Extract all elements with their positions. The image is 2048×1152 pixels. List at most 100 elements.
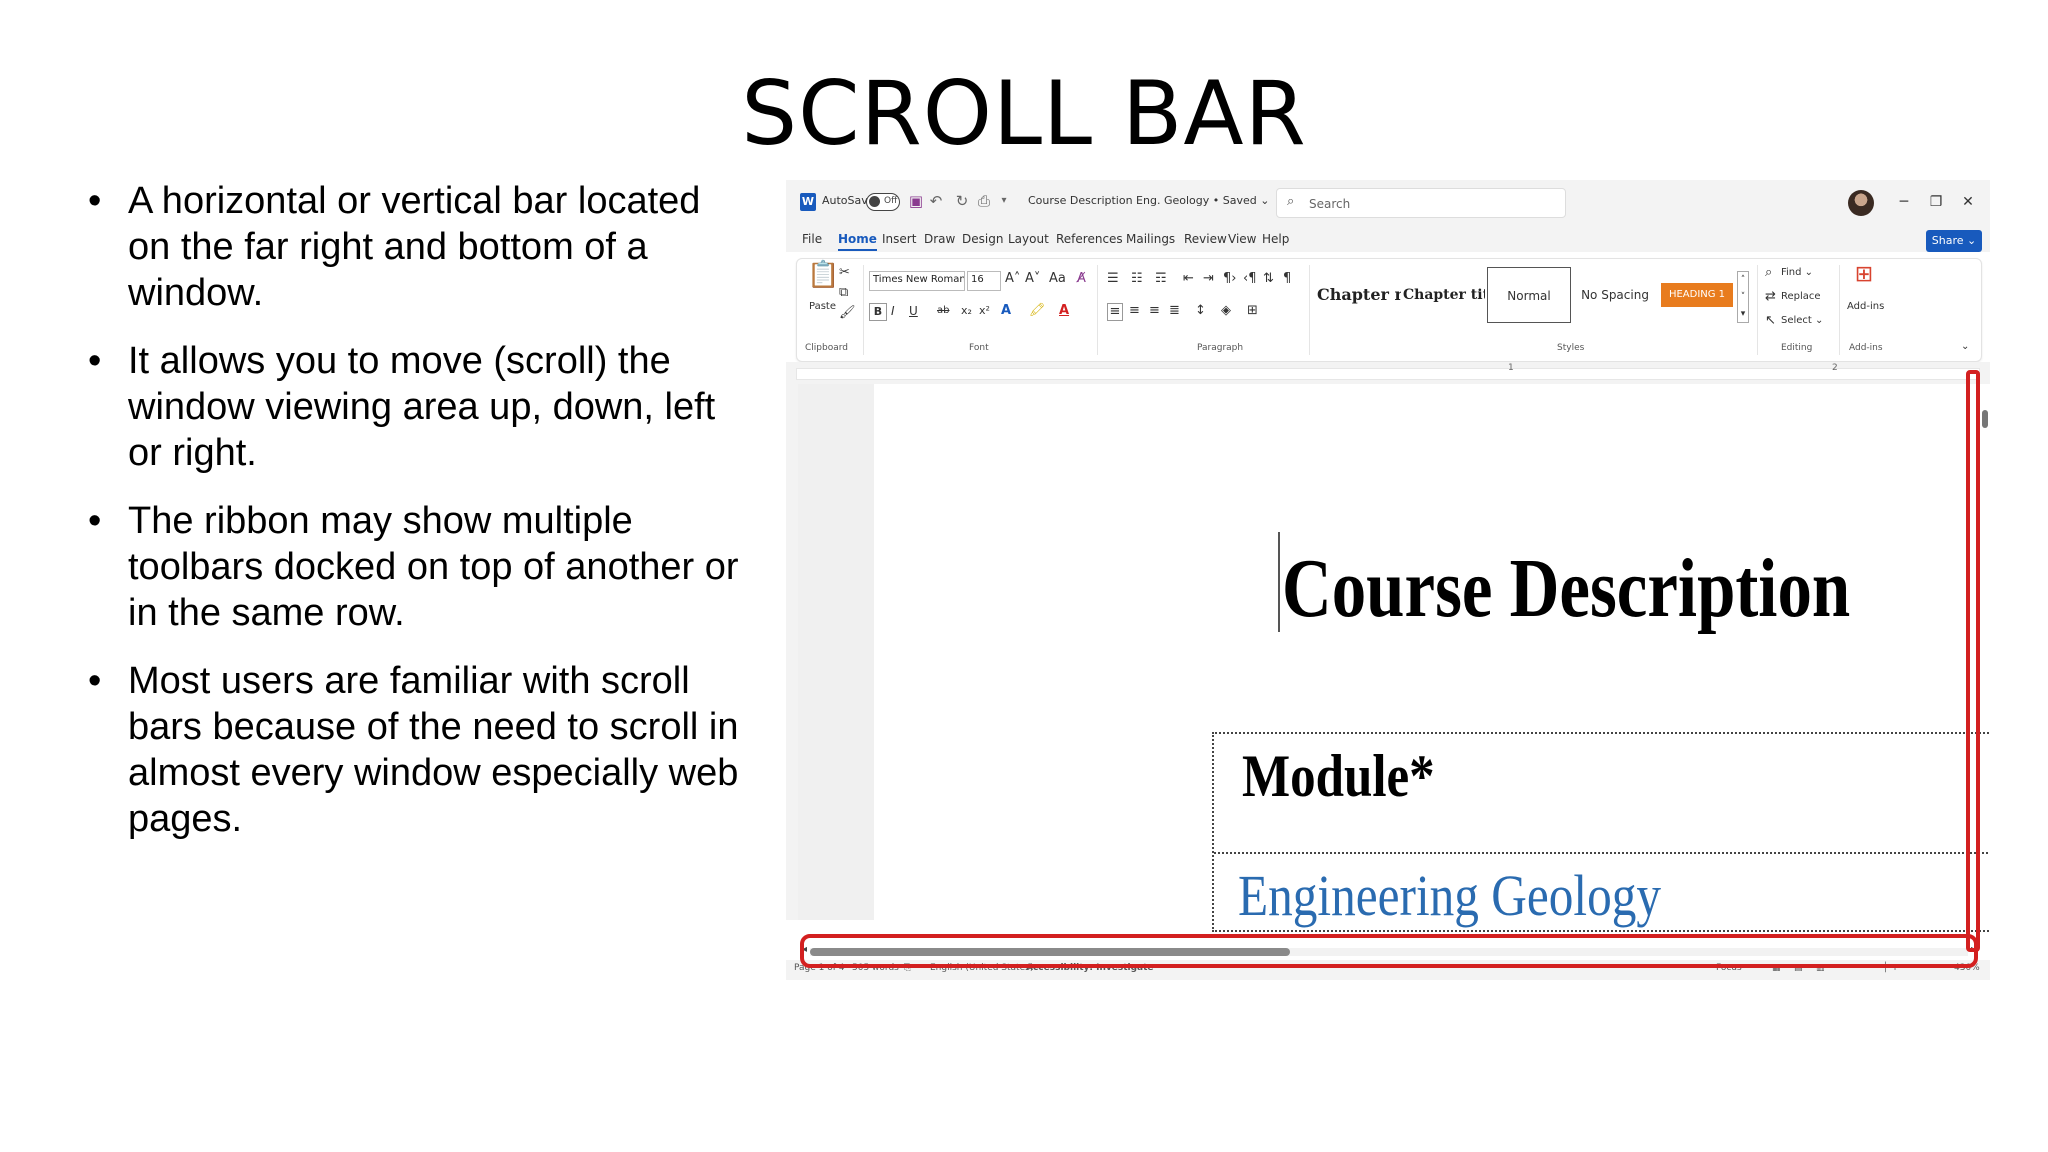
shrink-font-icon[interactable]: A˅ <box>1025 271 1040 287</box>
vertical-ruler <box>786 384 798 920</box>
font-size-select[interactable]: 16 <box>967 271 1001 291</box>
superscript-button[interactable]: x² <box>979 303 990 319</box>
ltr-icon[interactable]: ¶› <box>1223 271 1236 287</box>
paste-label[interactable]: Paste <box>809 301 836 312</box>
paste-icon[interactable]: 📋 <box>807 262 839 297</box>
undo-icon[interactable]: ↶ <box>928 192 944 210</box>
styles-scroll-icon[interactable]: ˄ ˅ ▾ <box>1737 271 1749 323</box>
redo-icon[interactable]: ↻ <box>954 192 970 210</box>
increase-indent-icon[interactable]: ⇥ <box>1203 271 1214 287</box>
clear-formatting-icon[interactable]: A̸ <box>1077 271 1086 287</box>
style-heading-1[interactable]: HEADING 1 <box>1661 283 1733 307</box>
replace-icon[interactable]: ⇄ <box>1765 289 1776 305</box>
document-page[interactable]: Course Description Module* Engineering G… <box>874 384 1990 932</box>
document-heading: Course Description <box>1282 542 1851 635</box>
numbering-icon[interactable]: ☷ <box>1131 271 1143 287</box>
document-title[interactable]: Course Description Eng. Geology • Saved … <box>1028 194 1269 207</box>
collapse-ribbon-icon[interactable]: ⌄ <box>1961 339 1969 355</box>
align-right-icon[interactable]: ≡ <box>1149 303 1160 319</box>
find-button[interactable]: Find ⌄ <box>1781 267 1813 278</box>
style-chapter-n[interactable]: Chapter n <box>1317 267 1401 323</box>
tab-help[interactable]: Help <box>1262 232 1289 246</box>
styles-group-label: Styles <box>1557 343 1585 353</box>
separator <box>1309 265 1310 355</box>
minimize-button[interactable]: ─ <box>1894 192 1914 212</box>
format-painter-icon[interactable]: 🖌 <box>839 305 856 321</box>
font-family-select[interactable]: Times New Roman ( <box>869 271 965 291</box>
style-normal[interactable]: Normal <box>1487 267 1571 323</box>
shading-icon[interactable]: ◈ <box>1221 303 1231 319</box>
table-divider <box>1214 852 1990 854</box>
justify-icon[interactable]: ≣ <box>1169 303 1180 319</box>
font-group-label: Font <box>969 343 989 353</box>
vertical-scrollbar[interactable] <box>1980 384 1990 934</box>
change-case-icon[interactable]: Aa <box>1049 271 1066 287</box>
tab-mailings[interactable]: Mailings <box>1126 232 1175 246</box>
vertical-scroll-thumb[interactable] <box>1982 410 1988 428</box>
bullet-item: It allows you to move (scroll) the windo… <box>88 338 748 476</box>
align-left-icon[interactable]: ≡ <box>1107 303 1123 321</box>
style-no-spacing[interactable]: No Spacing <box>1573 267 1657 323</box>
tab-home[interactable]: Home <box>838 232 877 251</box>
subscript-button[interactable]: x₂ <box>961 303 972 319</box>
addins-button[interactable]: Add-ins <box>1847 301 1884 312</box>
italic-button[interactable]: I <box>891 303 895 319</box>
word-screenshot: W AutoSave Off ▣ ↶ ↻ ⎙ ▾ Course Descript… <box>786 180 1990 980</box>
decrease-indent-icon[interactable]: ⇤ <box>1183 271 1194 287</box>
autosave-toggle[interactable]: Off <box>866 193 900 211</box>
ruler-track <box>796 368 1980 380</box>
show-marks-icon[interactable]: ¶ <box>1283 271 1291 287</box>
tab-design[interactable]: Design <box>962 232 1003 246</box>
tab-view[interactable]: View <box>1228 232 1256 246</box>
restore-button[interactable]: ❐ <box>1926 192 1946 212</box>
separator <box>1097 265 1098 355</box>
share-button[interactable]: Share ⌄ <box>1926 230 1982 252</box>
bullet-item: A horizontal or vertical bar located on … <box>88 178 748 316</box>
separator <box>863 265 864 355</box>
strikethrough-button[interactable]: ab <box>937 303 949 319</box>
multilevel-list-icon[interactable]: ☶ <box>1155 271 1167 287</box>
addins-icon[interactable]: ⊞ <box>1851 264 1877 293</box>
search-input[interactable]: ⌕ Search <box>1276 188 1566 218</box>
horizontal-ruler: 1 2 <box>786 362 1990 384</box>
bold-button[interactable]: B <box>869 303 887 321</box>
replace-button[interactable]: Replace <box>1781 291 1821 302</box>
search-placeholder: Search <box>1309 197 1351 211</box>
close-button[interactable]: ✕ <box>1958 192 1978 212</box>
ruler-number: 1 <box>1508 363 1514 373</box>
customize-toolbar-icon[interactable]: ▾ <box>996 192 1012 210</box>
rtl-icon[interactable]: ‹¶ <box>1243 271 1256 287</box>
separator <box>1757 265 1758 355</box>
style-chapter-title[interactable]: Chapter titl <box>1403 267 1485 323</box>
save-icon[interactable]: ▣ <box>908 192 924 210</box>
line-spacing-icon[interactable]: ↕ <box>1195 303 1206 319</box>
search-icon: ⌕ <box>1287 194 1295 209</box>
clipboard-group-label: Clipboard <box>805 343 848 353</box>
tab-insert[interactable]: Insert <box>882 232 916 246</box>
find-icon[interactable]: ⌕ <box>1765 265 1772 281</box>
tab-draw[interactable]: Draw <box>924 232 955 246</box>
grow-font-icon[interactable]: A˄ <box>1005 271 1020 287</box>
bullets-icon[interactable]: ☰ <box>1107 271 1119 287</box>
text-effects-button[interactable]: A <box>1001 303 1011 319</box>
borders-icon[interactable]: ⊞ <box>1247 303 1258 319</box>
cut-icon[interactable]: ✂ <box>839 265 850 281</box>
tab-review[interactable]: Review <box>1184 232 1227 246</box>
underline-button[interactable]: U <box>909 303 918 319</box>
select-button[interactable]: Select ⌄ <box>1781 315 1823 326</box>
tab-references[interactable]: References <box>1056 232 1123 246</box>
sort-icon[interactable]: ⇅ <box>1263 271 1274 287</box>
print-preview-icon[interactable]: ⎙ <box>976 192 992 210</box>
bullet-item: Most users are familiar with scroll bars… <box>88 658 748 842</box>
font-color-button[interactable]: A <box>1059 303 1069 319</box>
avatar[interactable] <box>1848 190 1874 216</box>
word-logo-icon: W <box>800 193 816 211</box>
horizontal-scrollbar-highlight <box>800 934 1978 968</box>
highlight-icon[interactable]: 🖍 <box>1029 303 1046 319</box>
align-center-icon[interactable]: ≡ <box>1129 303 1140 319</box>
select-icon[interactable]: ↖ <box>1765 313 1776 329</box>
tab-file[interactable]: File <box>802 232 822 246</box>
tab-layout[interactable]: Layout <box>1008 232 1049 246</box>
module-value: Engineering Geology <box>1238 863 1662 928</box>
copy-icon[interactable]: ⧉ <box>839 285 848 301</box>
